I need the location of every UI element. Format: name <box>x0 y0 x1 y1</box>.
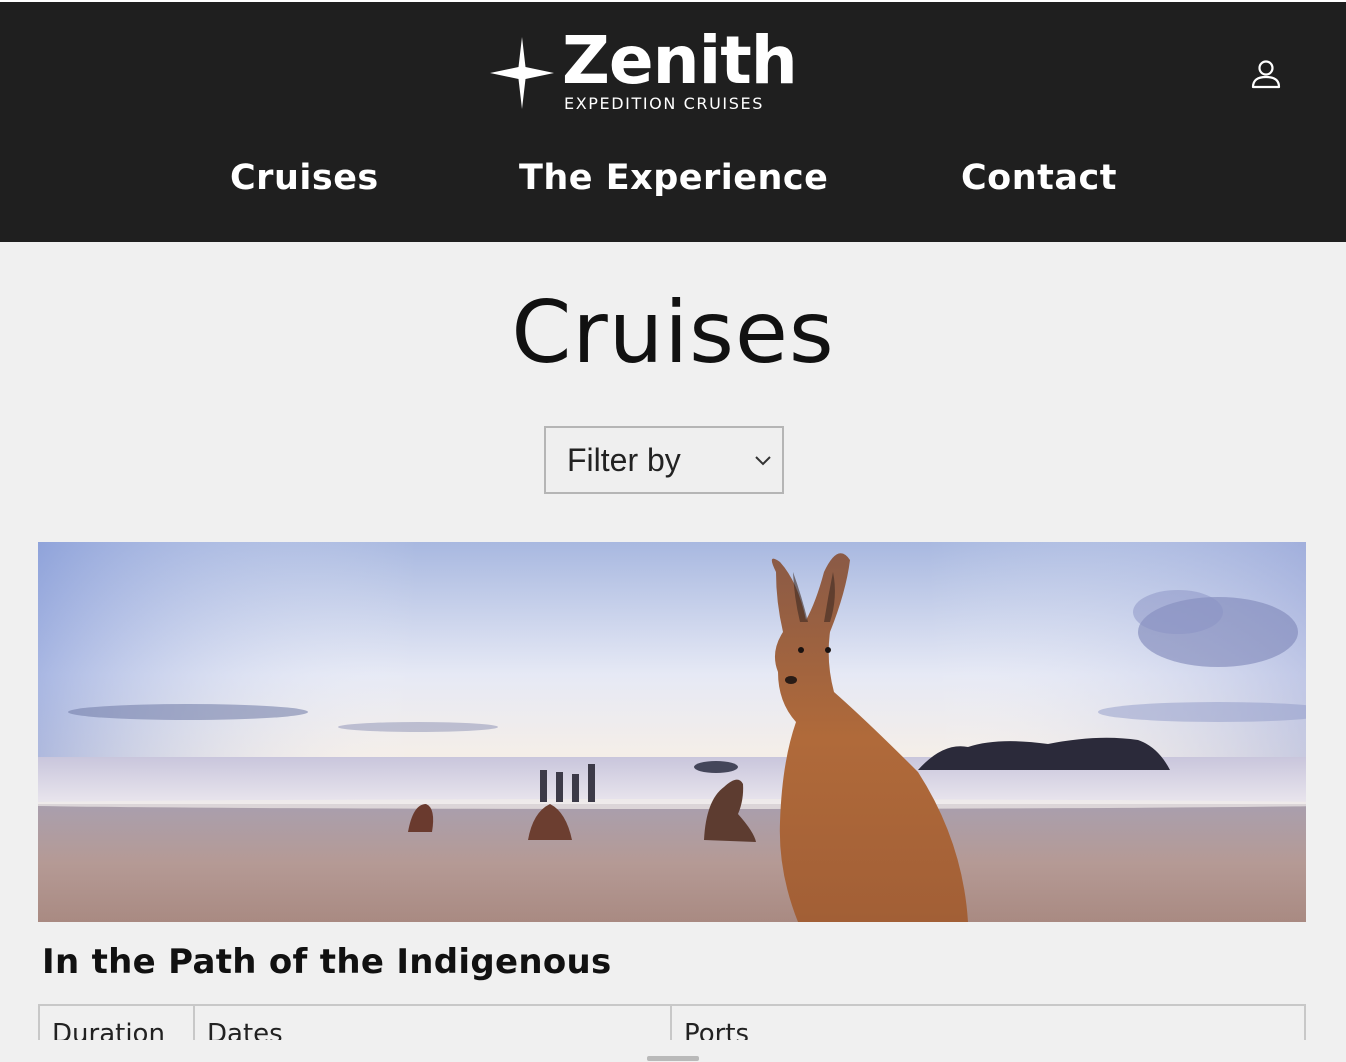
four-point-star-icon <box>490 37 554 109</box>
nav-item-contact[interactable]: Contact <box>961 152 1117 204</box>
filter-select-value: Filter by <box>567 442 681 478</box>
user-icon[interactable] <box>1246 56 1286 96</box>
cruise-hero-image[interactable] <box>38 542 1306 922</box>
chevron-down-icon <box>755 456 771 466</box>
main-nav: Cruises The Experience Contact <box>0 152 1346 212</box>
column-header-duration: Duration <box>52 1019 165 1040</box>
scroll-handle[interactable] <box>647 1056 699 1061</box>
cruise-title[interactable]: In the Path of the Indigenous <box>42 938 612 986</box>
site-header: Zenith EXPEDITION CRUISES Cruises The Ex… <box>0 2 1346 242</box>
column-header-ports: Ports <box>670 1006 749 1040</box>
filter-select[interactable]: Filter by <box>544 426 784 494</box>
nav-item-cruises[interactable]: Cruises <box>230 152 379 204</box>
page-title: Cruises <box>511 283 835 383</box>
cruise-info-table: Duration Dates Ports <box>38 1004 1306 1040</box>
column-header-dates: Dates <box>193 1006 283 1040</box>
brand-tagline: EXPEDITION CRUISES <box>564 94 764 113</box>
nav-item-the-experience[interactable]: The Experience <box>519 152 828 204</box>
brand-logo[interactable]: Zenith EXPEDITION CRUISES <box>490 28 798 118</box>
brand-name: Zenith <box>562 22 798 99</box>
